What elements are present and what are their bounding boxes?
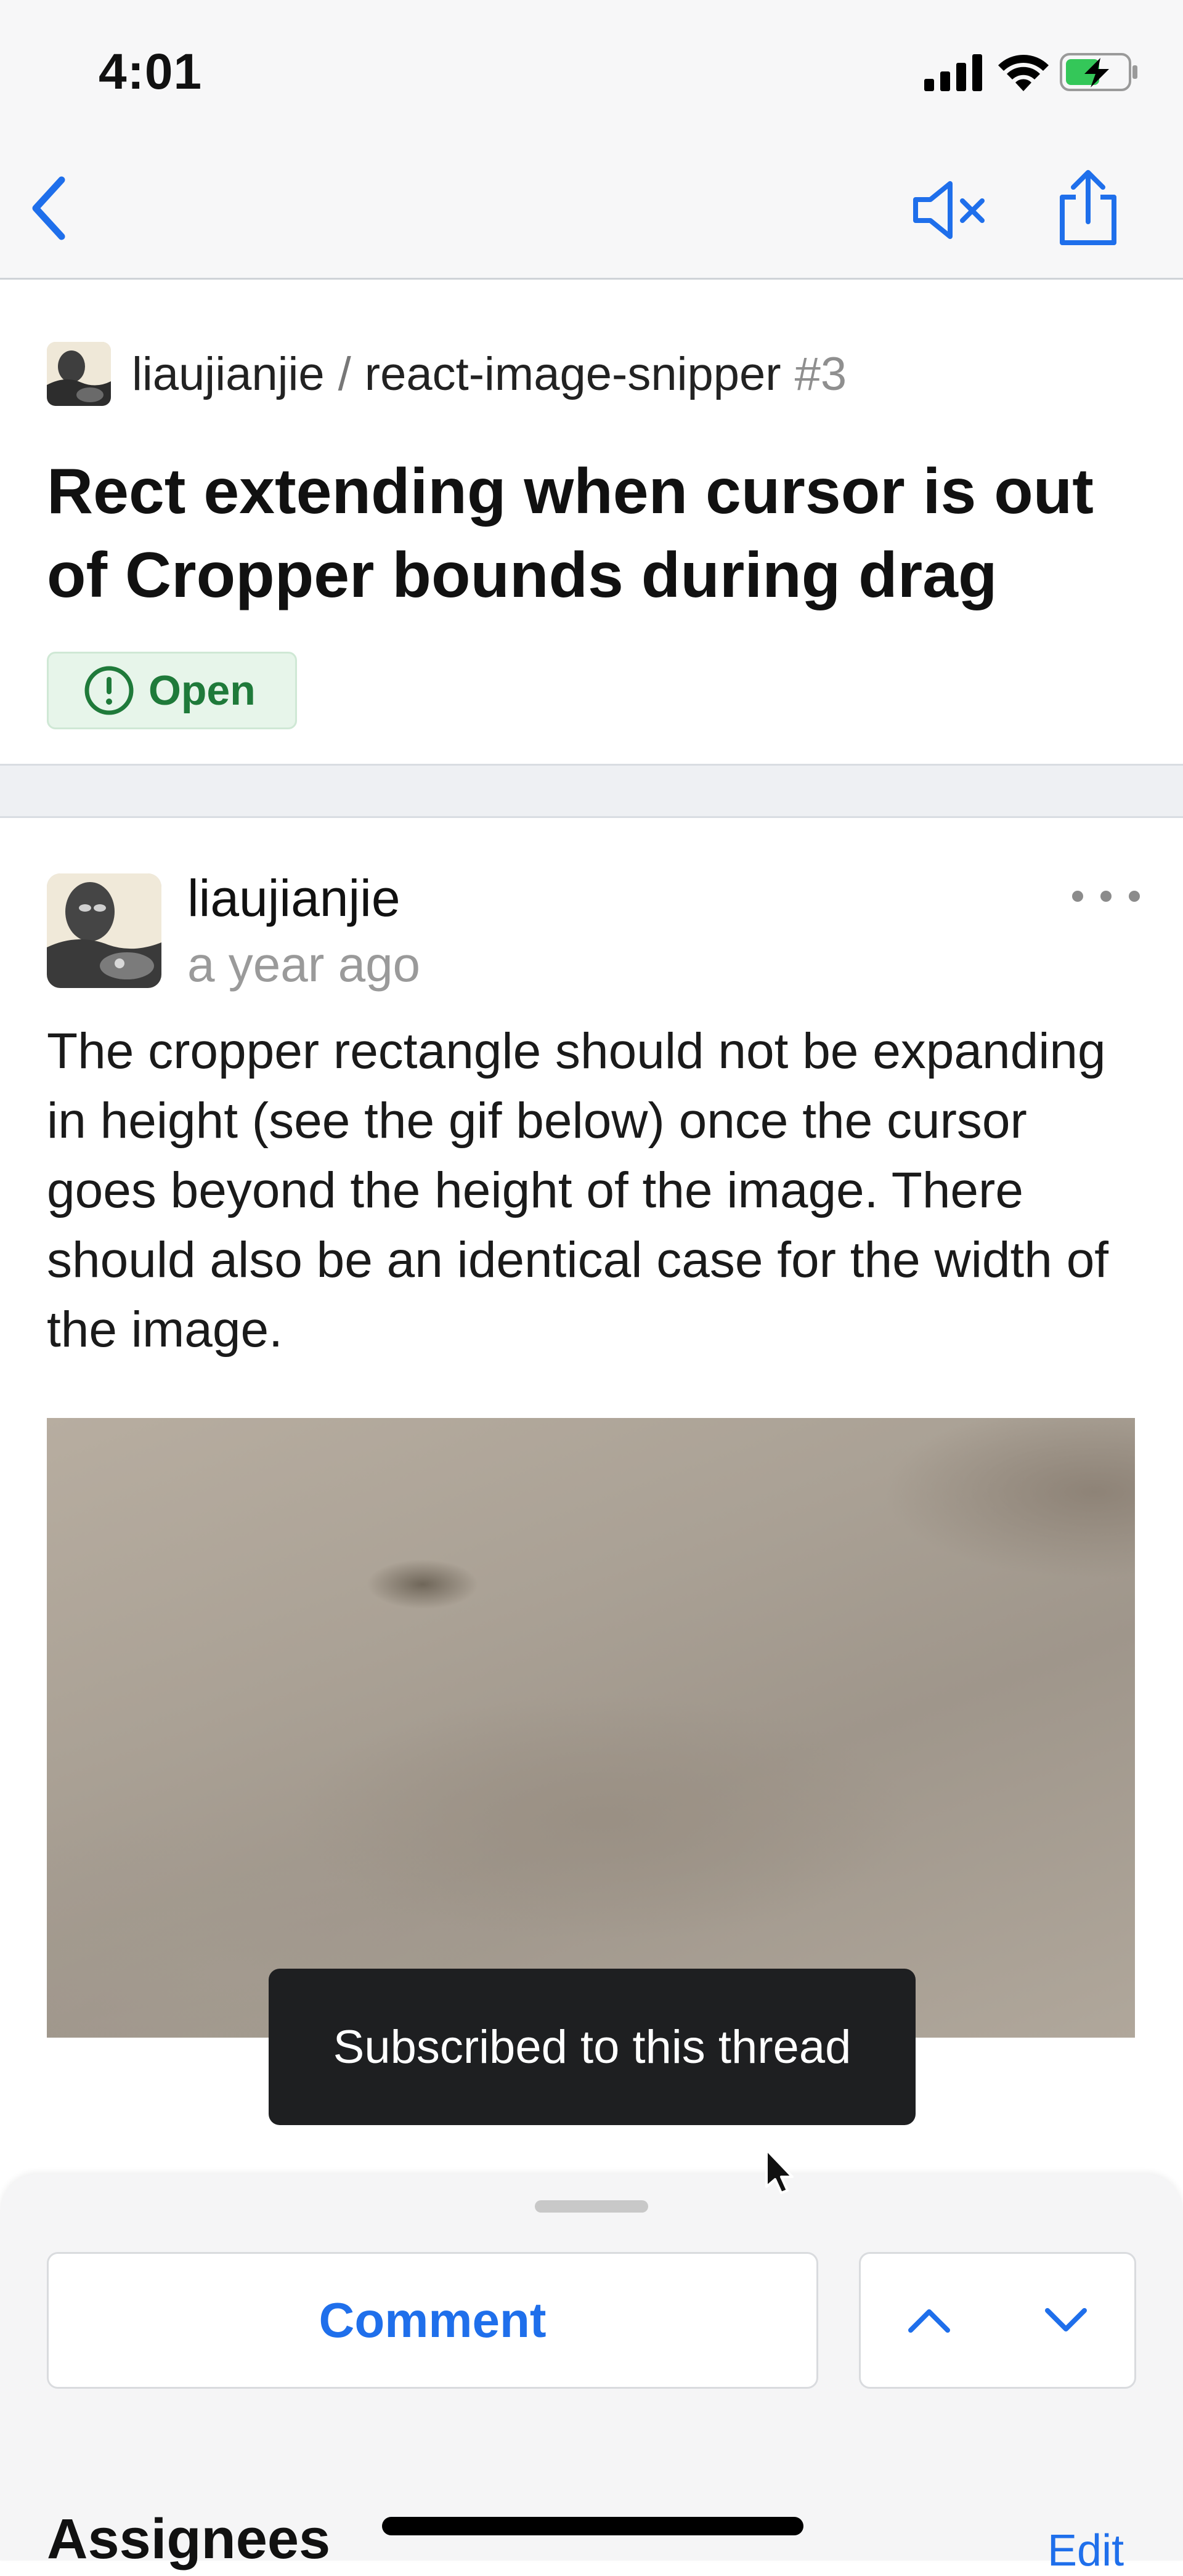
navigation-bar	[0, 148, 1183, 280]
comment-timestamp: a year ago	[187, 937, 421, 992]
repo-name[interactable]: react-image-snipper	[365, 347, 781, 401]
chevron-down-icon[interactable]	[1041, 2302, 1091, 2339]
status-label: Open	[148, 667, 256, 714]
cellular-signal-icon	[924, 54, 982, 91]
repo-owner[interactable]: liaujianjie	[132, 347, 325, 401]
sheet-drag-handle[interactable]	[535, 2200, 648, 2213]
status-badge: Open	[47, 652, 297, 729]
comment-author[interactable]: liaujianjie	[187, 869, 400, 928]
issue-title: Rect extending when cursor is out of Cro…	[47, 456, 1094, 611]
comment-gif-image[interactable]	[47, 1418, 1135, 2038]
mouse-pointer-icon	[765, 2149, 794, 2194]
battery-charging-icon	[1060, 53, 1137, 91]
assignees-heading: Assignees	[47, 2508, 331, 2570]
repo-breadcrumb[interactable]: liaujianjie / react-image-snipper #3	[47, 342, 847, 406]
back-chevron-icon[interactable]	[23, 171, 73, 245]
mute-icon[interactable]	[909, 176, 990, 244]
owner-avatar[interactable]	[47, 342, 111, 406]
toast-message: Subscribed to this thread	[333, 2020, 852, 2073]
comment-author-avatar[interactable]	[47, 873, 161, 988]
more-dot-icon	[1100, 891, 1112, 902]
issue-open-icon	[84, 666, 134, 715]
more-dot-icon	[1072, 891, 1083, 902]
wifi-icon	[998, 55, 1049, 91]
issue-number: #3	[794, 347, 847, 400]
comment-button-label: Comment	[319, 2293, 547, 2347]
more-options-button[interactable]	[1072, 881, 1140, 912]
more-dot-icon	[1129, 891, 1140, 902]
status-time: 4:01	[99, 44, 203, 100]
toast-notification: Subscribed to this thread	[269, 1969, 916, 2125]
section-divider	[0, 764, 1183, 818]
home-indicator[interactable]	[382, 2517, 803, 2535]
comment-button[interactable]: Comment	[47, 2252, 818, 2389]
comment-navigation	[859, 2252, 1136, 2389]
share-icon[interactable]	[1054, 168, 1123, 248]
repo-separator: /	[338, 347, 351, 400]
comment-body: The cropper rectangle should not be expa…	[47, 1023, 1109, 1358]
edit-assignees-link[interactable]: Edit	[1047, 2525, 1124, 2576]
chevron-up-icon[interactable]	[905, 2302, 954, 2339]
